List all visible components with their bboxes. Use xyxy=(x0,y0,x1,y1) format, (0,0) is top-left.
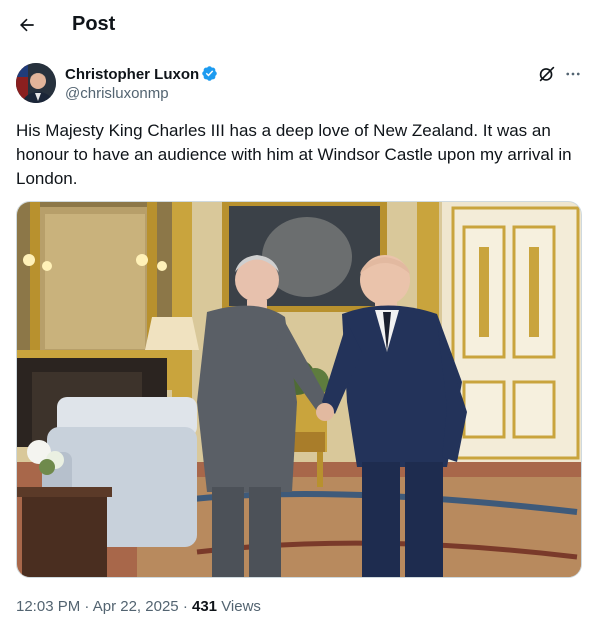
more-horizontal-icon xyxy=(566,72,580,76)
top-bar: Post xyxy=(0,0,601,50)
post-image[interactable] xyxy=(16,201,582,578)
grok-button[interactable] xyxy=(536,63,558,85)
post-time[interactable]: 12:03 PM xyxy=(16,598,80,615)
post-date[interactable]: Apr 22, 2025 xyxy=(93,598,179,615)
grok-icon xyxy=(539,66,555,82)
post-meta: 12:03 PM · Apr 22, 2025 · 431 Views xyxy=(16,598,261,615)
meta-separator: · xyxy=(84,598,90,615)
verified-badge-icon xyxy=(202,66,217,81)
avatar[interactable] xyxy=(16,63,56,103)
page-title: Post xyxy=(72,13,116,35)
more-button[interactable] xyxy=(562,63,584,85)
arrow-left-icon xyxy=(20,18,34,32)
author-handle[interactable]: @chrisluxonmp xyxy=(65,85,169,102)
back-button[interactable] xyxy=(14,12,40,38)
views-count: 431 xyxy=(191,598,218,615)
meta-separator: · xyxy=(182,598,188,615)
post-text: His Majesty King Charles III has a deep … xyxy=(16,121,572,188)
author-name[interactable]: Christopher Luxon xyxy=(65,66,199,83)
post-author: Christopher Luxon @chrisluxonmp xyxy=(16,63,584,105)
views-label: Views xyxy=(221,598,261,615)
